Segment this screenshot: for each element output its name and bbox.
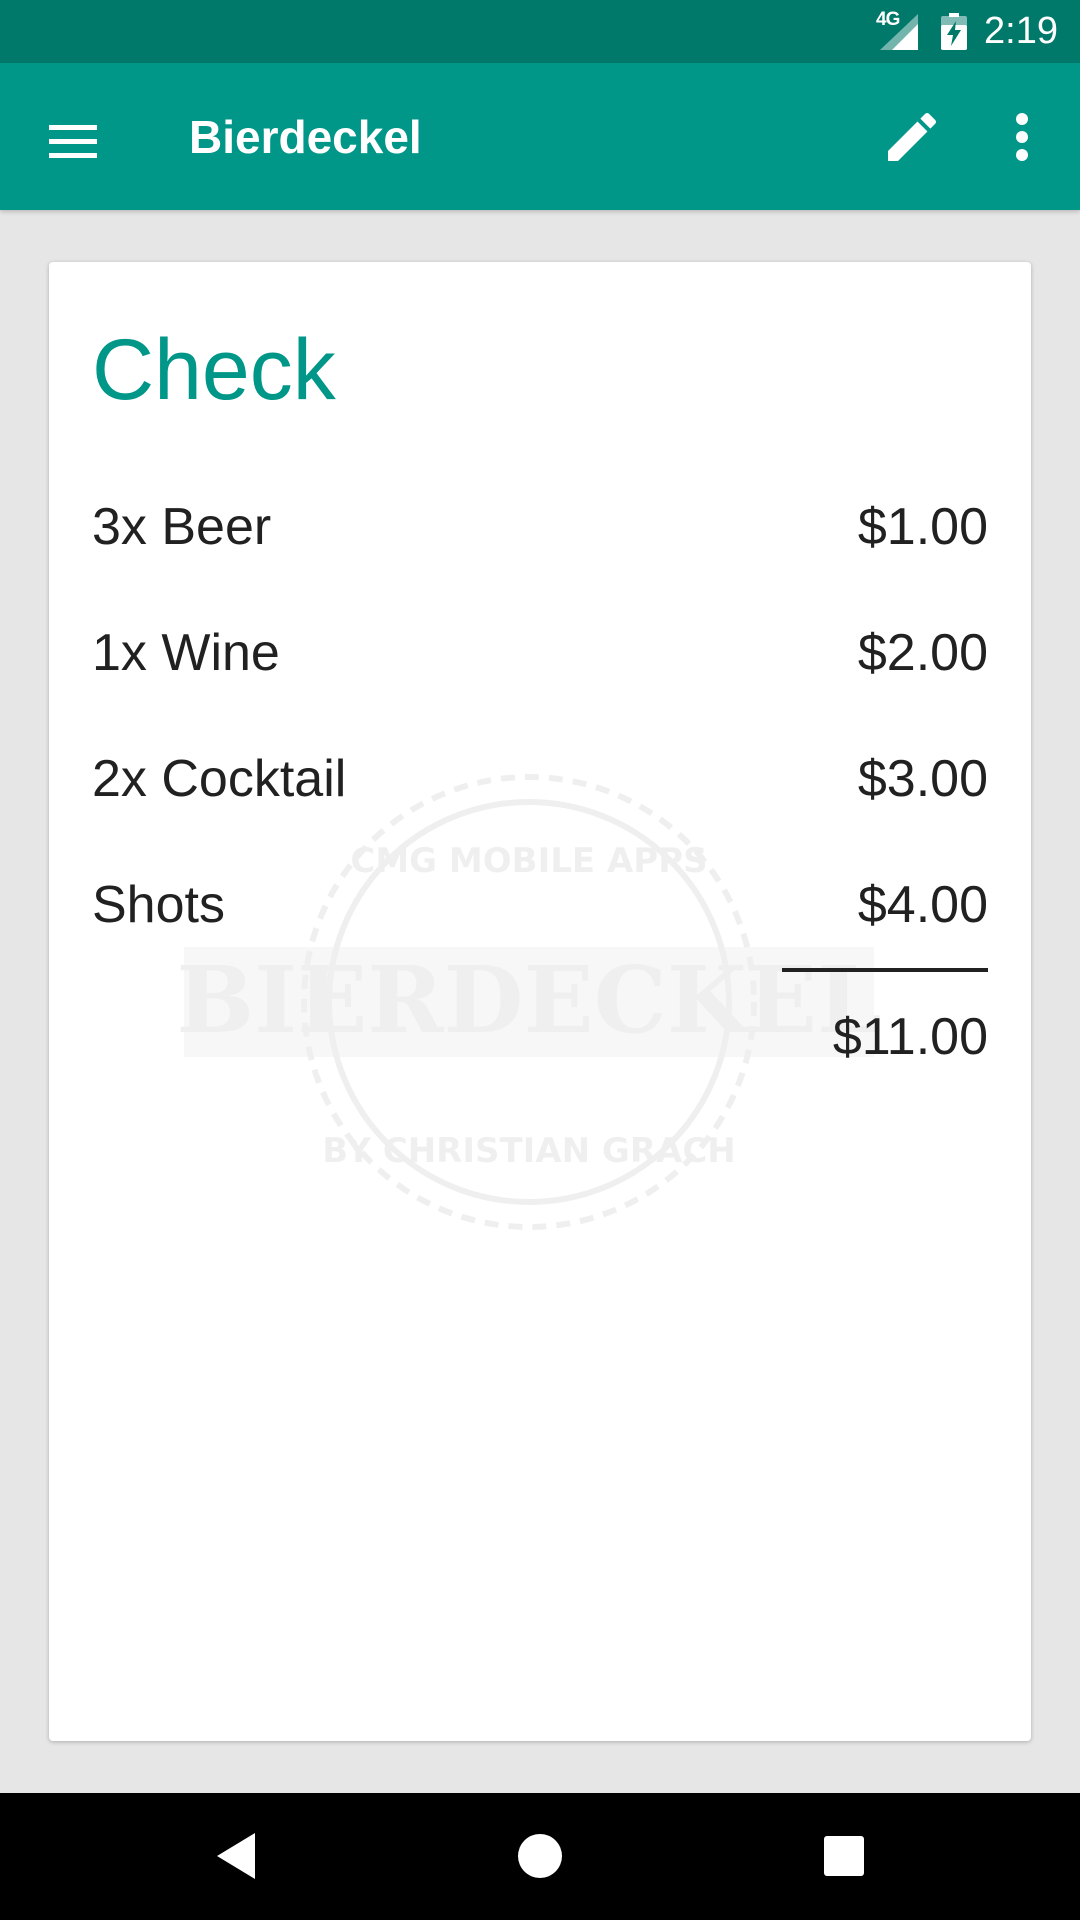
more-options-button[interactable] xyxy=(990,105,1054,169)
recents-button[interactable] xyxy=(809,1821,879,1891)
home-button[interactable] xyxy=(505,1821,575,1891)
battery-charging-icon xyxy=(941,13,967,50)
item-price: $2.00 xyxy=(857,624,988,682)
line-item: Shots $4.00 xyxy=(92,870,988,940)
line-item: 3x Beer $1.00 xyxy=(92,492,988,562)
item-price: $3.00 xyxy=(857,750,988,808)
signal-icon xyxy=(880,14,918,50)
recents-icon xyxy=(824,1836,864,1876)
total-amount: $11.00 xyxy=(832,1008,988,1066)
back-icon xyxy=(217,1833,255,1879)
item-name: 1x Wine xyxy=(92,624,280,682)
item-name: Shots xyxy=(92,876,225,934)
item-price: $1.00 xyxy=(857,498,988,556)
total-divider xyxy=(782,968,988,972)
status-bar: 4G 2:19 xyxy=(0,0,1080,63)
home-icon xyxy=(518,1834,562,1878)
menu-button[interactable] xyxy=(38,105,108,169)
line-item: 1x Wine $2.00 xyxy=(92,618,988,688)
watermark-bottom-text: BY CHRISTIAN GRACH xyxy=(322,1131,736,1171)
pencil-icon xyxy=(888,112,937,161)
app-title: Bierdeckel xyxy=(189,111,422,163)
system-nav-bar xyxy=(0,1793,1080,1920)
app-bar: Bierdeckel xyxy=(0,63,1080,210)
line-item: 2x Cocktail $3.00 xyxy=(92,744,988,814)
item-price: $4.00 xyxy=(857,876,988,934)
clock: 2:19 xyxy=(984,10,1058,52)
check-card: BIERDECKEL CMG MOBILE APPS BY CHRISTIAN … xyxy=(49,262,1031,1741)
item-name: 2x Cocktail xyxy=(92,750,347,808)
back-button[interactable] xyxy=(201,1821,271,1891)
watermark-banner-text: BIERDECKEL xyxy=(176,946,881,1054)
edit-button[interactable] xyxy=(880,105,944,169)
check-title: Check xyxy=(92,322,336,418)
screen: 4G 2:19 Bierdeckel BIERDECKEL CMG MOBILE… xyxy=(0,0,1080,1920)
item-name: 3x Beer xyxy=(92,498,272,556)
more-vert-icon xyxy=(1016,113,1028,161)
bierdeckel-watermark-logo: BIERDECKEL CMG MOBILE APPS BY CHRISTIAN … xyxy=(176,774,882,1230)
hamburger-menu-icon xyxy=(49,125,97,158)
